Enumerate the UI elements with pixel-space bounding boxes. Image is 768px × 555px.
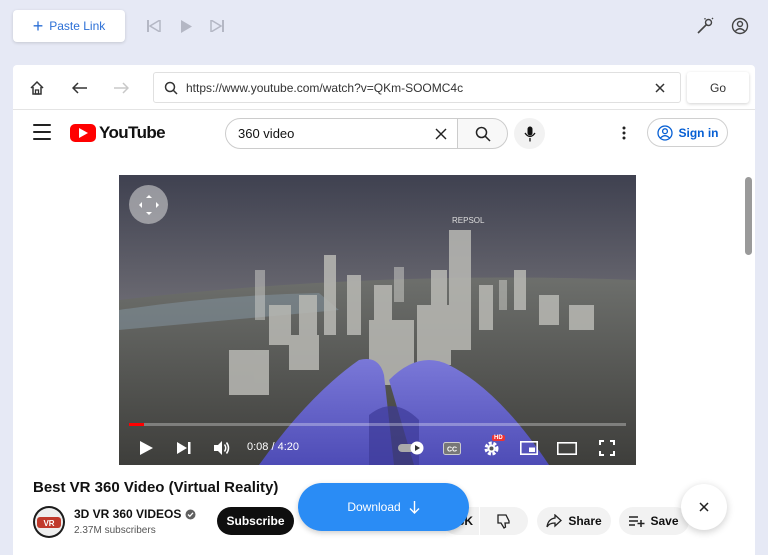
svg-text:CC: CC [447,446,457,453]
clear-url-icon[interactable] [652,80,668,96]
channel-name[interactable]: 3D VR 360 VIDEOS [74,507,196,521]
menu-icon[interactable] [33,124,51,140]
plus-icon: + [32,16,44,36]
account-icon[interactable] [729,15,751,37]
video-progress-bar[interactable] [129,423,626,426]
user-circle-icon [656,124,673,141]
skip-previous-icon[interactable] [144,16,164,36]
share-button[interactable]: Share [537,507,611,535]
video-controls: 0:08 / 4:20 CC HD [119,431,636,465]
url-bar[interactable] [153,72,681,103]
svg-text:VR: VR [43,519,54,528]
microphone-icon[interactable] [514,118,545,149]
volume-icon[interactable] [211,437,233,459]
browser-panel: Go YouTube Sign in [13,65,755,555]
paste-link-button[interactable]: + Paste Link [13,10,125,42]
captions-icon[interactable]: CC [441,437,463,459]
settings-gear-icon[interactable]: HD [480,435,505,459]
360-navigation-control[interactable] [129,185,168,224]
verified-check-icon [185,509,196,519]
time-display: 0:08 / 4:20 [247,441,299,453]
youtube-header: YouTube Sign in [13,110,755,156]
go-button[interactable]: Go [687,72,749,103]
thumbs-down-icon [497,514,510,529]
progress-fill [129,423,145,426]
subscribe-button[interactable]: Subscribe [217,507,294,535]
fullscreen-icon[interactable] [596,437,618,459]
youtube-search-input[interactable] [238,126,418,141]
youtube-search-box[interactable] [225,118,458,149]
repsol-sign-text: REPSOL [452,216,485,225]
app-toolbar: + Paste Link [0,0,768,54]
search-icon [156,81,186,95]
share-label: Share [568,514,602,528]
back-arrow-icon[interactable] [68,76,92,100]
video-frame: REPSOL [119,175,636,465]
save-label: Save [650,514,679,528]
theater-mode-icon[interactable] [556,437,578,459]
close-icon [699,502,709,512]
dislike-button[interactable] [480,507,528,535]
video-player[interactable]: REPSOL 0:08 / 4:20 CC HD [119,175,636,465]
subscriber-count: 2.37M subscribers [74,525,156,536]
hd-badge: HD [492,435,505,441]
add-to-playlist-icon [629,516,645,527]
skip-next-icon[interactable] [207,16,227,36]
channel-name-text: 3D VR 360 VIDEOS [74,507,182,521]
play-icon[interactable] [135,437,157,459]
url-input[interactable] [186,80,636,95]
play-icon[interactable] [176,16,196,36]
save-button[interactable]: Save [619,507,689,535]
page-scrollbar[interactable] [745,177,752,555]
home-icon[interactable] [25,76,49,100]
youtube-search-button[interactable] [457,118,508,149]
download-label: Download [347,500,401,514]
share-arrow-icon [546,514,563,528]
youtube-play-icon [70,124,96,142]
scrollbar-thumb[interactable] [745,177,752,255]
paste-link-label: Paste Link [49,19,106,33]
sign-in-button[interactable]: Sign in [647,118,728,147]
video-title: Best VR 360 Video (Virtual Reality) [33,479,279,496]
download-arrow-icon [409,500,420,514]
sign-in-label: Sign in [678,125,719,140]
search-icon [475,126,491,142]
youtube-logo[interactable]: YouTube [70,123,166,143]
miniplayer-icon[interactable] [518,437,540,459]
arrows-pan-icon [138,194,159,215]
more-options-icon[interactable] [614,123,634,143]
magic-wand-icon[interactable] [694,15,716,37]
clear-search-icon[interactable] [433,126,449,142]
download-button[interactable]: Download [298,483,469,531]
close-overlay-button[interactable] [681,484,727,530]
youtube-logo-text: YouTube [99,123,166,142]
forward-arrow-icon[interactable] [109,76,133,100]
browser-nav-bar: Go [13,65,755,110]
autoplay-toggle[interactable] [397,437,425,459]
channel-avatar[interactable]: VR [33,506,65,538]
next-video-icon[interactable] [173,437,195,459]
